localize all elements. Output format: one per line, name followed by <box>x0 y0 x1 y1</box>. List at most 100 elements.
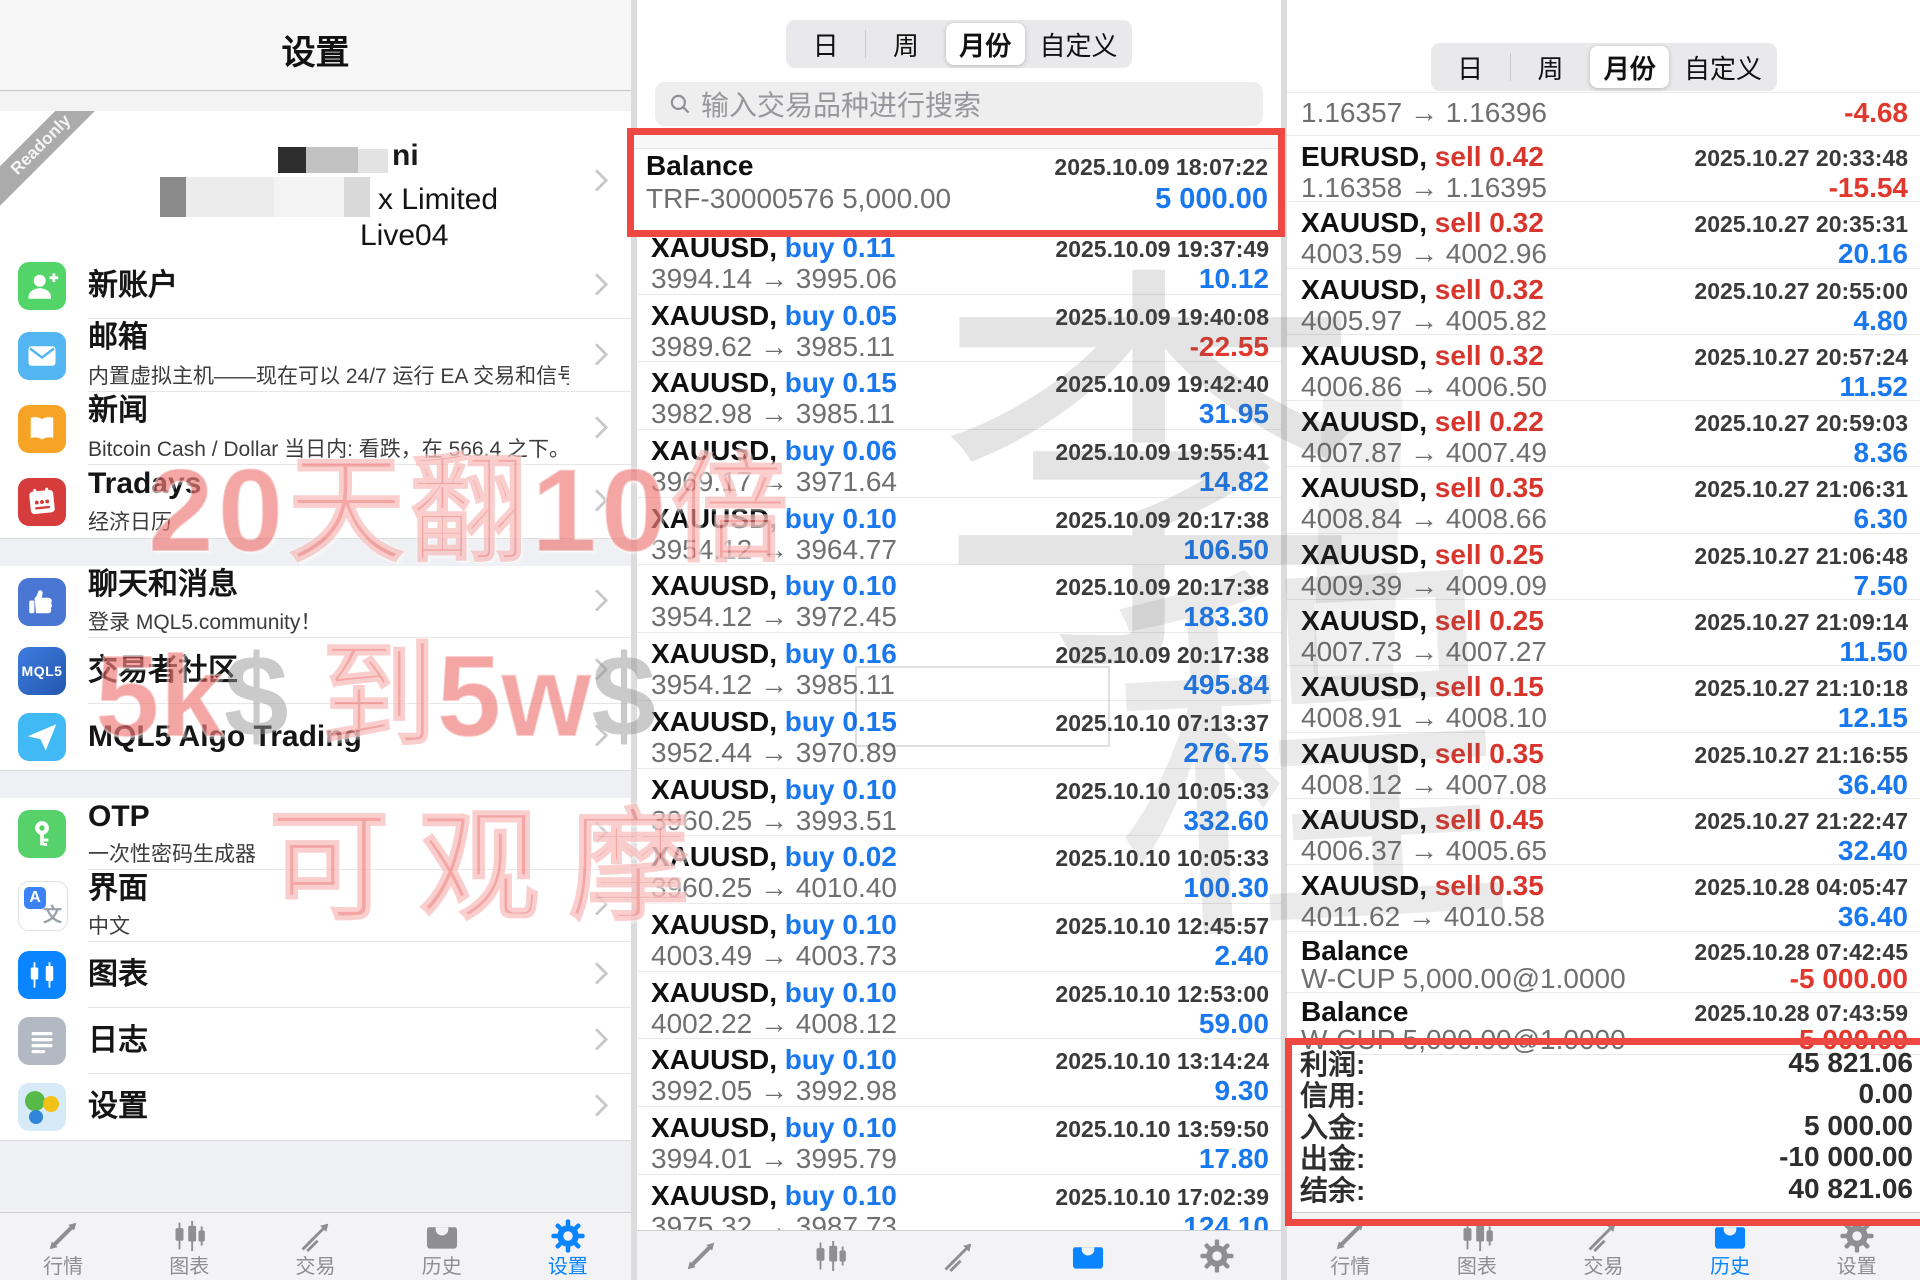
trade-row[interactable]: XAUUSD, buy 0.102025.10.10 13:14:243992.… <box>637 1039 1281 1107</box>
sidebar-item-new-account[interactable]: 新账户 <box>0 253 631 319</box>
search-input[interactable]: 输入交易品种进行搜索 <box>655 82 1263 126</box>
tabbar-item-trade[interactable]: 交易 <box>252 1213 378 1280</box>
trade-row[interactable]: XAUUSD, buy 0.102025.10.10 13:59:503994.… <box>637 1107 1281 1175</box>
summary-row: 利润:45 821.06 <box>1300 1047 1913 1079</box>
tabbar-item-history[interactable] <box>1023 1231 1152 1280</box>
tabbar-item-trade[interactable] <box>895 1231 1024 1280</box>
balance-desc: TRF-30000576 5,000.00 <box>646 183 951 215</box>
tab-period-1[interactable]: 周 <box>1511 43 1590 91</box>
trade-row[interactable]: XAUUSD, sell 0.322025.10.27 20:55:004005… <box>1287 269 1920 335</box>
search-icon <box>667 91 693 117</box>
balance-amount: 5 000.00 <box>1155 183 1268 216</box>
redaction-block <box>274 177 344 217</box>
trade-row[interactable]: XAUUSD, sell 0.322025.10.27 20:35:314003… <box>1287 202 1920 268</box>
trade-row[interactable]: XAUUSD, buy 0.102025.10.10 12:53:004002.… <box>637 972 1281 1040</box>
menu-label: 新账户 <box>88 269 569 304</box>
bottom-tabbar <box>637 1230 1281 1280</box>
trade-row[interactable]: XAUUSD, sell 0.352025.10.27 21:16:554008… <box>1287 733 1920 799</box>
account-name-fragment: ni <box>392 139 419 173</box>
tabbar-item-charts[interactable] <box>766 1231 895 1280</box>
trade-row[interactable]: XAUUSD, sell 0.252025.10.27 21:09:144007… <box>1287 600 1920 666</box>
tab-period-2[interactable]: 月份 <box>1590 46 1669 88</box>
period-segmented-control: 日周月份自定义 <box>1431 43 1777 91</box>
trade-row[interactable]: XAUUSD, buy 0.152025.10.09 19:42:403982.… <box>637 362 1281 430</box>
trade-row[interactable]: XAUUSD, sell 0.222025.10.27 20:59:034007… <box>1287 401 1920 467</box>
menu-label: 设置 <box>88 1090 569 1125</box>
menu-label: 日志 <box>88 1024 569 1059</box>
trade-row[interactable]: XAUUSD, buy 0.022025.10.10 10:05:333960.… <box>637 836 1281 904</box>
trade-row[interactable]: XAUUSD, sell 0.322025.10.27 20:57:244006… <box>1287 335 1920 401</box>
sidebar-item-charts[interactable]: 图表 <box>0 942 631 1008</box>
trade-row[interactable]: XAUUSD, sell 0.252025.10.27 21:06:484009… <box>1287 534 1920 600</box>
tab-period-2[interactable]: 月份 <box>946 23 1025 65</box>
trade-row[interactable]: XAUUSD, sell 0.352025.10.28 04:05:474011… <box>1287 865 1920 931</box>
trade-row[interactable]: XAUUSD, sell 0.352025.10.27 21:06:314008… <box>1287 467 1920 533</box>
tabbar-item-quotes[interactable] <box>637 1231 766 1280</box>
trade-row[interactable]: XAUUSD, buy 0.162025.10.09 20:17:383954.… <box>637 633 1281 701</box>
balance-row[interactable]: Balance2025.10.28 07:42:45W-CUP 5,000.00… <box>1287 932 1920 994</box>
sidebar-item-interface[interactable]: A文 界面 中文 <box>0 870 631 942</box>
trade-row[interactable]: XAUUSD, buy 0.152025.10.10 07:13:373952.… <box>637 701 1281 769</box>
sidebar-item-traders-community[interactable]: MQL5 交易者社区 <box>0 638 631 704</box>
trade-row-partial[interactable]: 1.16357 → 1.16396-4.68 <box>1287 93 1920 136</box>
highlight-box-summary: 利润:45 821.06信用:0.00入金:5 000.00出金:-10 000… <box>1285 1038 1920 1226</box>
search-placeholder: 输入交易品种进行搜索 <box>701 84 981 124</box>
trade-row[interactable]: XAUUSD, buy 0.112025.10.09 19:37:493994.… <box>637 227 1281 295</box>
menu-subtitle: 登录 MQL5.community！ <box>88 606 569 636</box>
trades-list: XAUUSD, buy 0.112025.10.09 19:37:493994.… <box>637 227 1281 1242</box>
tab-period-0[interactable]: 日 <box>1431 43 1510 91</box>
candlestick-icon <box>18 951 66 999</box>
sidebar-item-tradays[interactable]: Tradays 经济日历 <box>0 465 631 538</box>
trade-row[interactable]: XAUUSD, buy 0.102025.10.09 20:17:383954.… <box>637 565 1281 633</box>
sidebar-item-chat[interactable]: 聊天和消息 登录 MQL5.community！ <box>0 566 631 638</box>
menu-label: 交易者社区 <box>88 654 569 689</box>
bottom-tabbar: 行情图表交易历史设置 <box>0 1212 631 1280</box>
menu-subtitle: 内置虚拟主机——现在可以 24/7 运行 EA 交易和信号 - Tradin..… <box>88 360 569 390</box>
sidebar-item-news[interactable]: 新闻 Bitcoin Cash / Dollar 当日内: 看跌，在 566.4… <box>0 392 631 465</box>
account-card[interactable]: Readonly ni x Limited Live04 <box>0 111 631 254</box>
sidebar-item-journal[interactable]: 日志 <box>0 1008 631 1074</box>
trade-row[interactable]: XAUUSD, buy 0.102025.10.10 12:45:574003.… <box>637 904 1281 972</box>
sidebar-item-otp[interactable]: OTP 一次性密码生成器 <box>0 798 631 870</box>
sidebar-item-mailbox[interactable]: 邮箱 内置虚拟主机——现在可以 24/7 运行 EA 交易和信号 - Tradi… <box>0 319 631 392</box>
summary-row: 入金:5 000.00 <box>1300 1110 1913 1142</box>
summary-row: 信用:0.00 <box>1300 1079 1913 1111</box>
menu-label: 图表 <box>88 958 569 993</box>
settings-titlebar: 设置 <box>0 0 631 91</box>
chevron-right-icon <box>586 1094 609 1117</box>
trade-row[interactable]: XAUUSD, buy 0.052025.10.09 19:40:083989.… <box>637 295 1281 363</box>
tabbar-item-quotes[interactable]: 行情 <box>0 1213 126 1280</box>
trades-list: 1.16357 → 1.16396-4.68EURUSD, sell 0.422… <box>1287 92 1920 1055</box>
trade-row[interactable]: XAUUSD, sell 0.452025.10.27 21:22:474006… <box>1287 799 1920 865</box>
chevron-right-icon <box>586 489 609 512</box>
trade-row[interactable]: XAUUSD, buy 0.062025.10.09 19:55:413969.… <box>637 430 1281 498</box>
sidebar-item-mql5-algo-trading[interactable]: MQL5 Algo Trading <box>0 704 631 770</box>
tabbar-item-settings[interactable] <box>1152 1231 1281 1280</box>
period-segmented-control: 日周月份自定义 <box>786 20 1132 68</box>
trade-row[interactable]: XAUUSD, sell 0.152025.10.27 21:10:184008… <box>1287 666 1920 732</box>
trade-row[interactable]: XAUUSD, buy 0.102025.10.09 20:17:383954.… <box>637 498 1281 566</box>
tab-period-3[interactable]: 自定义 <box>1025 20 1132 68</box>
trade-row[interactable]: EURUSD, sell 0.422025.10.27 20:33:481.16… <box>1287 136 1920 202</box>
menu-label: 聊天和消息 <box>88 568 569 603</box>
screenshot-root: 设置 Readonly ni x Limited Live04 新账户 <box>0 0 1920 1280</box>
sidebar-item-settings[interactable]: 设置 <box>0 1074 631 1140</box>
menu-label: 邮箱 <box>88 321 569 356</box>
mt5-logo-icon <box>18 1083 66 1131</box>
tabbar-item-settings[interactable]: 设置 <box>505 1213 631 1280</box>
tabbar-item-charts[interactable]: 图表 <box>126 1213 252 1280</box>
trade-row[interactable]: XAUUSD, buy 0.102025.10.10 10:05:333960.… <box>637 769 1281 837</box>
chevron-right-icon <box>586 962 609 985</box>
tab-period-3[interactable]: 自定义 <box>1669 43 1776 91</box>
menu-label: MQL5 Algo Trading <box>88 720 569 755</box>
mail-icon <box>18 332 66 380</box>
tab-period-0[interactable]: 日 <box>786 20 865 68</box>
chevron-right-icon <box>586 893 609 916</box>
server-name: Live04 <box>360 219 448 253</box>
tab-period-1[interactable]: 周 <box>866 20 945 68</box>
journal-list-icon <box>18 1017 66 1065</box>
balance-time: 2025.10.09 18:07:22 <box>1054 154 1268 181</box>
tabbar-item-history[interactable]: 历史 <box>379 1213 505 1280</box>
summary-row: 出金:-10 000.00 <box>1300 1142 1913 1174</box>
redaction-block <box>344 177 370 217</box>
